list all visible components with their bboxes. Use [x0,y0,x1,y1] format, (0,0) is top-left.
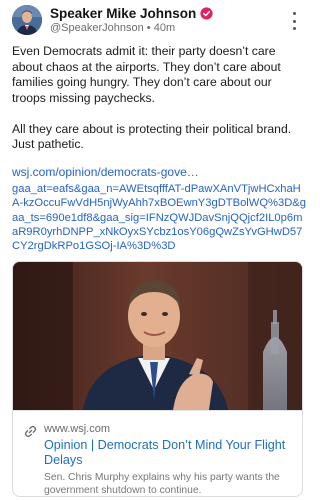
link-preview-description: Sen. Chris Murphy explains why his party… [44,472,280,496]
verified-badge-icon [200,7,213,20]
link-preview-title[interactable]: Opinion | Democrats Don’t Mind Your Flig… [44,438,294,468]
link-preview-domain: www.wsj.com [44,423,111,435]
meta-separator: • [146,22,151,34]
author-meta: @SpeakerJohnson • 40m [50,22,175,34]
more-vertical-icon[interactable] [289,12,299,30]
link-preview-info: www.wsj.com Opinion | Democrats Don’t Mi… [13,410,302,496]
post-paragraph: Even Democrats admit it: their party doe… [12,44,281,105]
author-name-row: Speaker Mike Johnson [50,6,213,21]
avatar[interactable] [12,5,42,35]
avatar-portrait-icon [12,5,42,35]
post-text: Even Democrats admit it: their party doe… [12,44,306,153]
link-preview-card[interactable]: www.wsj.com Opinion | Democrats Don’t Mi… [12,261,303,497]
author-handle[interactable]: @SpeakerJohnson [50,22,144,34]
post-link: wsj.com/opinion/democrats-gove… gaa_at=e… [12,165,308,253]
link-preview-image[interactable] [13,262,302,410]
post-link-display[interactable]: wsj.com/opinion/democrats-gove… [12,165,308,180]
post-paragraph: All they care about is protecting their … [12,121,292,152]
post-header: Speaker Mike Johnson @SpeakerJohnson • 4… [12,4,303,40]
post-link-query[interactable]: gaa_at=eafs&gaa_n=AWEtsqfffAT-dPawXAnVTj… [12,182,308,253]
link-icon [24,425,37,438]
author-display-name[interactable]: Speaker Mike Johnson [50,6,196,21]
post-age: 40m [153,22,176,34]
post: Speaker Mike Johnson @SpeakerJohnson • 4… [0,0,315,500]
